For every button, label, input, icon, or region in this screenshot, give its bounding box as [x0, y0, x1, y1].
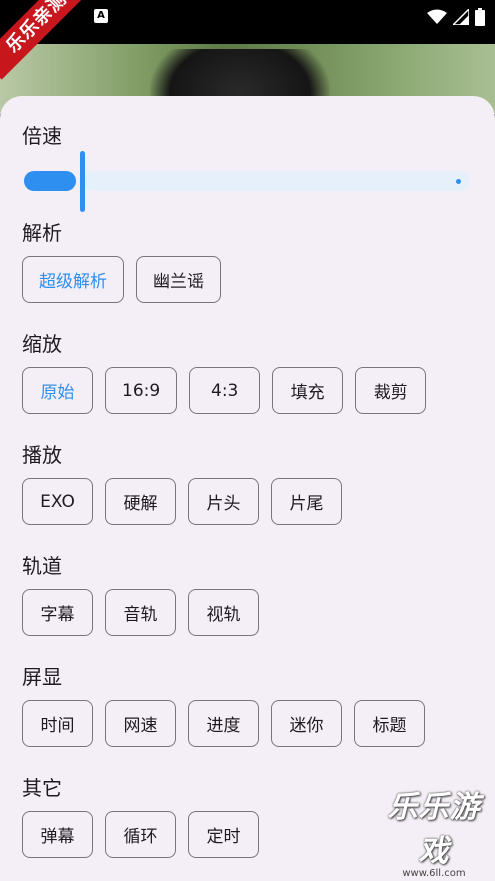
section-title-speed: 倍速 [22, 124, 62, 148]
chip-4-3[interactable]: 4:3 [189, 367, 261, 414]
chip-row-track: 字幕 音轨 视轨 [22, 589, 259, 636]
chip-intro[interactable]: 片头 [188, 478, 259, 525]
site-watermark: 乐乐游戏 www.6ll.com [375, 782, 493, 879]
speed-slider-active [24, 171, 76, 191]
section-title-play: 播放 [22, 443, 62, 467]
chip-title[interactable]: 标题 [354, 700, 425, 747]
speed-slider-thumb[interactable] [80, 151, 85, 212]
section-title-other: 其它 [22, 776, 62, 800]
chip-row-parse: 超级解析 幽兰谣 [22, 256, 221, 303]
chip-exo[interactable]: EXO [22, 478, 93, 525]
chip-crop[interactable]: 裁剪 [355, 367, 427, 414]
chip-outro[interactable]: 片尾 [271, 478, 342, 525]
speed-slider-track[interactable] [84, 171, 470, 191]
site-watermark-url: www.6ll.com [402, 868, 466, 879]
chip-timer[interactable]: 定时 [188, 811, 259, 858]
site-watermark-text: 乐乐游戏 [387, 790, 481, 869]
chip-super-parse[interactable]: 超级解析 [22, 256, 124, 303]
chip-time[interactable]: 时间 [22, 700, 93, 747]
section-title-scale: 缩放 [22, 332, 62, 356]
section-title-parse: 解析 [22, 221, 62, 245]
chip-row-other: 弹幕 循环 定时 [22, 811, 259, 858]
chip-hardware-decode[interactable]: 硬解 [105, 478, 176, 525]
chip-row-scale: 原始 16:9 4:3 填充 裁剪 [22, 367, 427, 414]
chip-fill[interactable]: 填充 [272, 367, 344, 414]
chip-mini[interactable]: 迷你 [271, 700, 342, 747]
chip-video-track[interactable]: 视轨 [188, 589, 259, 636]
chip-original[interactable]: 原始 [22, 367, 93, 414]
chip-net-speed[interactable]: 网速 [105, 700, 176, 747]
chip-subtitle[interactable]: 字幕 [22, 589, 93, 636]
signal-icon [453, 9, 469, 25]
chip-danmaku[interactable]: 弹幕 [22, 811, 93, 858]
chip-loop[interactable]: 循环 [105, 811, 176, 858]
chip-progress[interactable]: 进度 [188, 700, 259, 747]
speed-slider-end-dot [456, 179, 461, 184]
chip-row-display: 时间 网速 进度 迷你 标题 [22, 700, 425, 747]
chip-audio-track[interactable]: 音轨 [105, 589, 176, 636]
chip-youlanyao[interactable]: 幽兰谣 [136, 256, 221, 303]
chip-16-9[interactable]: 16:9 [105, 367, 178, 414]
section-title-display: 屏显 [22, 665, 62, 689]
app-notification-icon: A [94, 9, 108, 23]
battery-icon [475, 8, 485, 26]
status-icons [427, 6, 485, 28]
chip-row-play: EXO 硬解 片头 片尾 [22, 478, 342, 525]
wifi-icon [427, 9, 447, 24]
section-title-track: 轨道 [22, 554, 62, 578]
